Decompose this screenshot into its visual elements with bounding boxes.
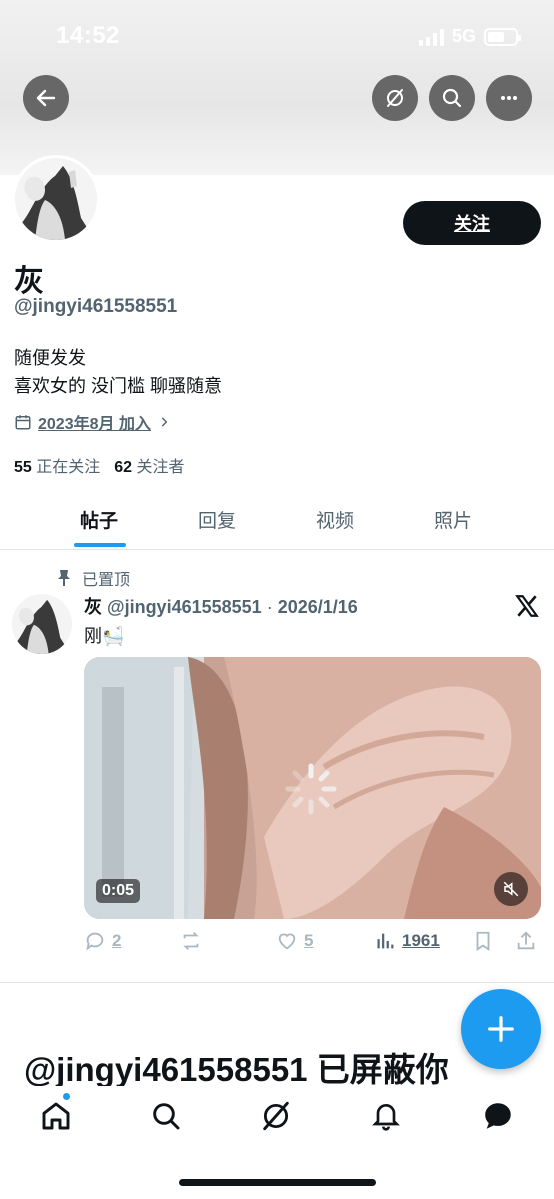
more-button[interactable] <box>486 75 532 121</box>
reply-count: 2 <box>112 931 122 950</box>
pinned-indicator: 已置顶 <box>56 566 130 590</box>
post-date[interactable]: 2026/1/16 <box>278 597 358 617</box>
views-button[interactable]: 1961 <box>374 930 440 952</box>
x-logo-icon <box>515 595 539 617</box>
like-count: 5 <box>304 931 314 950</box>
search-icon <box>442 88 462 108</box>
display-name: 灰 <box>14 265 44 298</box>
share-button[interactable] <box>515 930 537 952</box>
joined-date[interactable]: 2023年8月 加入 <box>14 410 171 434</box>
nav-grok[interactable] <box>258 1098 294 1134</box>
more-icon <box>501 96 517 100</box>
post-author-avatar[interactable] <box>12 594 72 654</box>
share-icon <box>517 931 535 950</box>
plus-icon <box>488 1016 514 1042</box>
followers-stat[interactable]: 62 关注者 <box>114 453 184 477</box>
view-count: 1961 <box>402 931 440 950</box>
status-time: 14:52 <box>56 22 120 49</box>
reply-icon <box>86 932 104 951</box>
battery-icon <box>484 27 521 46</box>
mute-button[interactable] <box>494 872 528 906</box>
post-author-handle[interactable]: @jingyi461558551 <box>107 597 262 617</box>
home-icon <box>42 1102 70 1130</box>
post-header: 灰 @jingyi461558551 · 2026/1/16 <box>84 593 358 619</box>
status-indicators: 5G <box>418 26 521 47</box>
views-chart-icon <box>377 933 394 949</box>
nav-search[interactable] <box>148 1098 184 1134</box>
profile-avatar[interactable] <box>12 155 100 243</box>
tab-photos[interactable]: 照片 <box>394 490 512 549</box>
nav-notifications[interactable] <box>368 1098 404 1134</box>
loading-spinner-icon <box>285 763 337 815</box>
post-text: 刚🛀 <box>84 626 125 646</box>
network-label: 5G <box>451 26 476 46</box>
post-author-name[interactable]: 灰 <box>84 597 102 617</box>
post-divider <box>0 982 554 983</box>
like-button[interactable]: 5 <box>276 930 313 952</box>
post-actions: 2 5 1961 <box>84 930 541 956</box>
profile-handle: @jingyi461558551 <box>14 296 178 317</box>
follow-button[interactable]: 关注 <box>403 201 541 245</box>
profile-tabs: 帖子 回复 视频 照片 <box>0 490 554 550</box>
pin-icon <box>58 570 70 586</box>
muted-speaker-icon <box>503 881 519 897</box>
repost-button[interactable] <box>180 930 202 952</box>
bottom-nav <box>0 1086 554 1146</box>
grok-icon <box>387 89 403 107</box>
chevron-right-icon <box>161 417 168 427</box>
repost-icon <box>183 932 199 950</box>
tab-videos[interactable]: 视频 <box>276 490 394 549</box>
bio-line: 随便发发 <box>14 348 86 368</box>
tab-posts[interactable]: 帖子 <box>40 490 158 549</box>
back-arrow-icon <box>36 89 56 107</box>
notifications-icon <box>372 1104 400 1131</box>
nav-messages[interactable] <box>480 1098 516 1134</box>
following-stat[interactable]: 55 正在关注 <box>14 453 100 477</box>
home-indicator <box>179 1179 376 1186</box>
bookmark-icon <box>476 931 490 951</box>
home-notification-dot <box>62 1092 71 1101</box>
post-separator: · <box>266 597 273 617</box>
follow-stats: 55 正在关注 62 关注者 <box>14 453 185 477</box>
grok-icon <box>263 1101 289 1131</box>
reply-button[interactable]: 2 <box>84 930 121 952</box>
messages-icon <box>485 1103 511 1129</box>
calendar-icon <box>15 415 31 430</box>
active-tab-indicator <box>74 543 126 547</box>
bookmark-button[interactable] <box>472 930 494 952</box>
back-button[interactable] <box>23 75 69 121</box>
compose-button[interactable] <box>461 989 541 1069</box>
nav-home[interactable] <box>38 1098 74 1134</box>
joined-text: 2023年8月 加入 <box>38 416 151 433</box>
video-duration: 0:05 <box>96 879 141 903</box>
pinned-label: 已置顶 <box>82 572 131 589</box>
bio-line: 喜欢女的 没门槛 聊骚随意 <box>14 376 223 396</box>
blocked-notice: @jingyi461558551 已屏蔽你 <box>24 1051 449 1088</box>
search-icon <box>153 1103 180 1130</box>
tab-replies[interactable]: 回复 <box>158 490 276 549</box>
grok-button[interactable] <box>372 75 418 121</box>
signal-icon <box>418 28 444 46</box>
search-button[interactable] <box>429 75 475 121</box>
heart-icon <box>278 933 296 950</box>
profile-bio: 随便发发 喜欢女的 没门槛 聊骚随意 <box>14 344 222 400</box>
